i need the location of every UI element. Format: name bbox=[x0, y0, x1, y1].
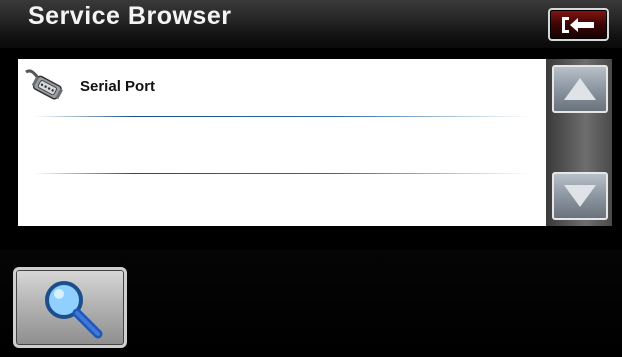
service-list: Serial Port bbox=[18, 59, 546, 226]
arrow-up-icon bbox=[564, 78, 596, 100]
page-title: Service Browser bbox=[28, 2, 232, 30]
arrow-down-icon bbox=[564, 185, 596, 207]
scroll-up-button[interactable] bbox=[552, 65, 608, 113]
exit-button[interactable] bbox=[548, 8, 609, 41]
search-button[interactable] bbox=[13, 267, 127, 348]
list-item-label: Serial Port bbox=[80, 78, 156, 95]
magnifier-icon bbox=[45, 281, 103, 339]
scroll-down-button[interactable] bbox=[552, 172, 608, 220]
scrollbar[interactable] bbox=[546, 59, 612, 226]
header-bar: Service Browser bbox=[0, 0, 622, 48]
exit-arrow-icon bbox=[562, 17, 594, 33]
list-item-empty[interactable] bbox=[18, 174, 546, 226]
list-item-serial-port[interactable]: Serial Port bbox=[18, 59, 546, 115]
list-item-empty[interactable] bbox=[18, 117, 546, 173]
serial-port-icon bbox=[25, 69, 63, 100]
